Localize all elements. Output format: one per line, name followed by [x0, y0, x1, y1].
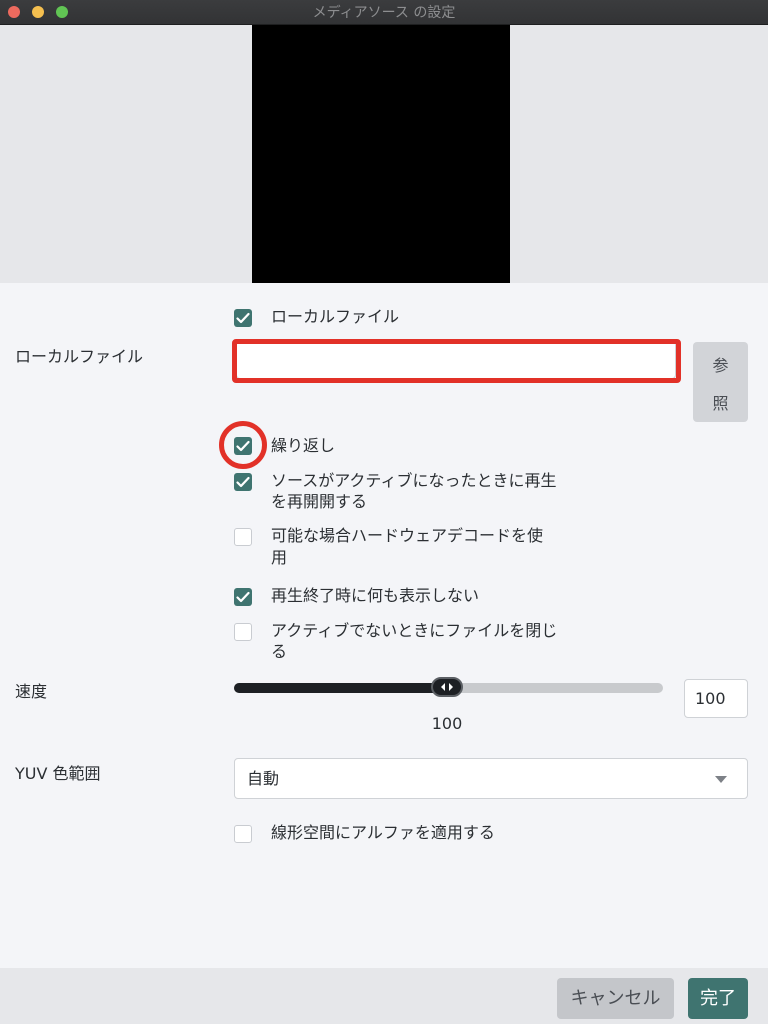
speed-number-input[interactable]: 100	[684, 679, 748, 718]
restart-when-active-label-line2: を再開開する	[271, 492, 368, 511]
check-icon	[236, 591, 250, 603]
local-file-checkbox[interactable]	[234, 309, 252, 327]
yuv-color-range-selected: 自動	[247, 769, 280, 788]
speed-slider-fill	[234, 683, 448, 693]
chevron-down-icon	[715, 776, 727, 783]
hardware-decode-checkbox[interactable]	[234, 528, 252, 546]
hardware-decode-label-line1: 可能な場合ハードウェアデコードを使	[271, 526, 544, 545]
source-preview	[0, 25, 768, 283]
check-icon	[236, 312, 250, 324]
close-file-when-inactive-checkbox[interactable]	[234, 623, 252, 641]
restart-when-active-label-line1: ソースがアクティブになったときに再生	[271, 471, 557, 490]
local-file-label: ローカルファイル	[15, 347, 144, 366]
preview-video	[252, 25, 510, 283]
cancel-button[interactable]: キャンセル	[557, 978, 674, 1019]
yuv-color-range-select[interactable]: 自動	[234, 758, 748, 799]
browse-button[interactable]: 参 照	[693, 342, 748, 422]
close-file-when-inactive-label-line1: アクティブでないときにファイルを閉じ	[271, 621, 558, 640]
yuv-color-range-label: YUV 色範囲	[15, 764, 101, 783]
close-file-when-inactive-label-line2: る	[271, 642, 288, 661]
show-nothing-on-end-checkbox[interactable]	[234, 588, 252, 606]
annotation-highlight-rectangle	[232, 339, 681, 383]
speed-slider-handle[interactable]	[431, 677, 464, 697]
window-title: メディアソース の設定	[312, 5, 456, 21]
restart-when-active-checkbox[interactable]	[234, 473, 252, 491]
hardware-decode-label-line2: 用	[271, 548, 288, 567]
speed-slider-value: 100	[431, 714, 463, 733]
loop-label: 繰り返し	[271, 436, 336, 455]
check-icon	[236, 476, 250, 488]
annotation-highlight-circle	[219, 421, 267, 469]
speed-label: 速度	[15, 682, 48, 701]
slider-handle-icon	[441, 683, 454, 691]
local-file-checkbox-label: ローカルファイル	[271, 307, 400, 326]
show-nothing-on-end-label: 再生終了時に何も表示しない	[271, 586, 480, 605]
title-bar: メディアソース の設定	[0, 0, 768, 25]
linear-alpha-checkbox[interactable]	[234, 825, 252, 843]
done-button[interactable]: 完了	[688, 978, 748, 1019]
linear-alpha-label: 線形空間にアルファを適用する	[271, 823, 495, 842]
